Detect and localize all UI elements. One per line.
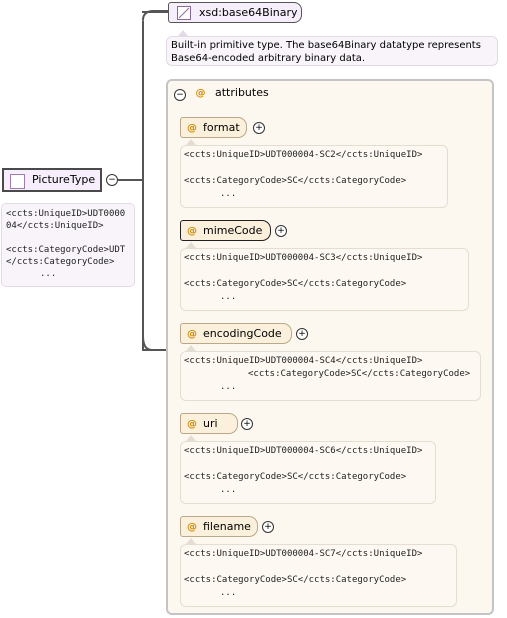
connector-curves	[142, 10, 168, 351]
attribute-mimeCode[interactable]: @ mimeCode	[180, 220, 271, 241]
doc-line: <ccts:CategoryCode>SC</ccts:CategoryCode…	[248, 369, 471, 379]
doc-ellipsis: ...	[220, 189, 237, 199]
attribute-filename-label: filename	[203, 520, 251, 533]
doc-line: <ccts:CategoryCode>SC</ccts:CategoryCode…	[184, 176, 407, 186]
simple-type-icon	[177, 6, 191, 20]
root-doc-line	[6, 232, 130, 244]
attribute-format[interactable]: @ format	[180, 117, 247, 138]
base-type-label: xsd:base64Binary	[199, 6, 298, 19]
root-doc-ellipsis: ...	[40, 269, 57, 279]
attribute-uri-label: uri	[203, 417, 218, 430]
complex-type-icon	[10, 174, 25, 189]
collapse-attributes-button[interactable]: −	[174, 89, 186, 101]
doc-ellipsis: ...	[220, 382, 237, 392]
attribute-icon: @	[195, 88, 206, 99]
root-doc-line: </ccts:CategoryCode>	[6, 257, 115, 267]
attribute-mimeCode-label: mimeCode	[203, 224, 263, 237]
attributes-group-header[interactable]: − @ attributes	[174, 86, 269, 101]
doc-line: <ccts:UniqueID>UDT000004-SC6</ccts:Uniqu…	[184, 446, 423, 456]
attribute-encodingCode[interactable]: @ encodingCode	[180, 323, 292, 344]
attribute-uri[interactable]: @ uri	[180, 413, 238, 434]
root-element-node[interactable]: PictureType	[2, 168, 102, 192]
attribute-format-label: format	[203, 121, 240, 134]
attribute-filename[interactable]: @ filename	[180, 516, 258, 537]
attribute-encodingCode-documentation: <ccts:UniqueID>UDT000004-SC4</ccts:Uniqu…	[180, 351, 481, 401]
expand-format-button[interactable]: +	[253, 122, 265, 134]
attribute-icon: @	[187, 329, 197, 340]
doc-ellipsis: ...	[220, 588, 237, 598]
collapse-button[interactable]: −	[106, 174, 118, 186]
attributes-group-label: attributes	[215, 86, 269, 99]
expand-mimeCode-button[interactable]: +	[275, 225, 287, 237]
expand-uri-button[interactable]: +	[241, 418, 253, 430]
doc-ellipsis: ...	[220, 292, 237, 302]
doc-line: <ccts:UniqueID>UDT000004-SC7</ccts:Uniqu…	[184, 549, 423, 559]
doc-line: <ccts:UniqueID>UDT000004-SC2</ccts:Uniqu…	[184, 150, 423, 160]
doc-line: <ccts:UniqueID>UDT000004-SC3</ccts:Uniqu…	[184, 253, 423, 263]
doc-ellipsis: ...	[220, 485, 237, 495]
root-element-label: PictureType	[32, 173, 96, 186]
attribute-uri-documentation: <ccts:UniqueID>UDT000004-SC6</ccts:Uniqu…	[180, 441, 436, 504]
base-type-node[interactable]: xsd:base64Binary	[168, 2, 302, 23]
doc-line: <ccts:CategoryCode>SC</ccts:CategoryCode…	[184, 575, 407, 585]
attribute-mimeCode-documentation: <ccts:UniqueID>UDT000004-SC3</ccts:Uniqu…	[180, 248, 469, 311]
attribute-format-documentation: <ccts:UniqueID>UDT000004-SC2</ccts:Uniqu…	[180, 145, 448, 208]
expand-encodingCode-button[interactable]: +	[296, 328, 308, 340]
attribute-icon: @	[187, 123, 197, 134]
attribute-filename-documentation: <ccts:UniqueID>UDT000004-SC7</ccts:Uniqu…	[180, 544, 457, 607]
doc-line: <ccts:CategoryCode>SC</ccts:CategoryCode…	[184, 279, 407, 289]
root-doc-line: <ccts:UniqueID>UDT0000	[6, 209, 126, 219]
attribute-icon: @	[187, 522, 197, 533]
attribute-icon: @	[187, 226, 197, 237]
doc-line: <ccts:UniqueID>UDT000004-SC4</ccts:Uniqu…	[184, 356, 423, 366]
root-documentation: <ccts:UniqueID>UDT0000 04</ccts:UniqueID…	[1, 203, 135, 287]
doc-line: <ccts:CategoryCode>SC</ccts:CategoryCode…	[184, 472, 407, 482]
attribute-icon: @	[187, 419, 197, 430]
base-type-documentation: Built-in primitive type. The base64Binar…	[166, 36, 498, 66]
expand-filename-button[interactable]: +	[262, 521, 274, 533]
root-doc-line: <ccts:CategoryCode>UDT	[6, 245, 126, 255]
root-doc-line: 04</ccts:UniqueID>	[6, 221, 104, 231]
attribute-encodingCode-label: encodingCode	[203, 327, 282, 340]
